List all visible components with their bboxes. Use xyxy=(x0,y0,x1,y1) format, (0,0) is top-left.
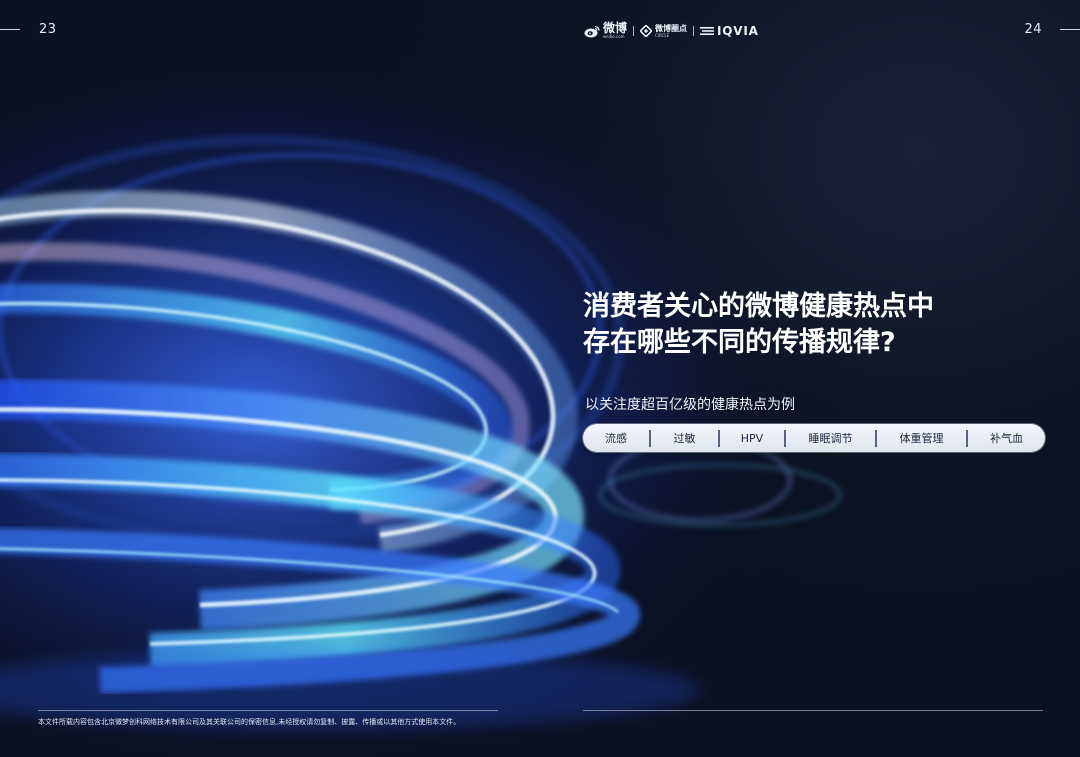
logo-separator xyxy=(693,26,695,36)
logo-separator xyxy=(633,26,635,36)
topic-tag: HPV xyxy=(740,431,764,445)
footer-rule-left xyxy=(38,710,498,711)
topic-tag: 睡眠调节 xyxy=(808,432,853,445)
page-number-right: 24 xyxy=(1024,22,1042,37)
topic-tag: 补气血 xyxy=(990,432,1023,445)
confidentiality-disclaimer: 本文件所载内容包含北京微梦创科网络技术有限公司及其关联公司的保密信息,未经授权请… xyxy=(38,718,461,726)
headline-line-1: 消费者关心的微博健康热点中 xyxy=(583,291,934,322)
iqvia-logo: IQVIA xyxy=(700,24,759,38)
right-edge-rule xyxy=(1060,29,1080,30)
iqvia-logo-text: IQVIA xyxy=(717,24,759,38)
subtitle: 以关注度超百亿级的健康热点为例 xyxy=(585,397,795,413)
circle-diamond-icon xyxy=(640,25,653,37)
topic-tag: 流感 xyxy=(605,432,627,445)
footer-rule-right xyxy=(583,710,1043,711)
light-swirl-artwork xyxy=(0,0,1080,757)
circle-logo-text: 微博圈点 xyxy=(655,23,688,33)
weibo-logo-subtext: weibo.com xyxy=(603,34,625,39)
circle-logo-subtext: CIRCLE xyxy=(655,32,670,38)
partner-logos: 微博 weibo.com 微博圈点 CIRCLE IQVIA xyxy=(584,20,759,42)
weibo-logo-text: 微博 xyxy=(603,21,628,35)
left-edge-rule xyxy=(0,29,20,30)
headline: 消费者关心的微博健康热点中 存在哪些不同的传播规律? xyxy=(583,289,1053,361)
topic-tag: 体重管理 xyxy=(899,432,944,445)
topic-tag-bar: 流感 过敏 HPV 睡眠调节 体重管理 补气血 xyxy=(583,424,1045,452)
iqvia-lines-icon xyxy=(700,27,715,35)
weibo-logo: 微博 weibo.com xyxy=(584,21,628,39)
topic-tag: 过敏 xyxy=(673,432,696,445)
weibo-circle-logo: 微博圈点 CIRCLE xyxy=(640,23,688,38)
page-number-left: 23 xyxy=(39,22,57,37)
weibo-eye-icon xyxy=(584,25,600,37)
headline-line-2: 存在哪些不同的传播规律? xyxy=(583,327,896,358)
report-spread: 23 24 微博 weibo.com 微博圈点 CIRCLE IQVIA 消费者… xyxy=(0,0,1080,757)
